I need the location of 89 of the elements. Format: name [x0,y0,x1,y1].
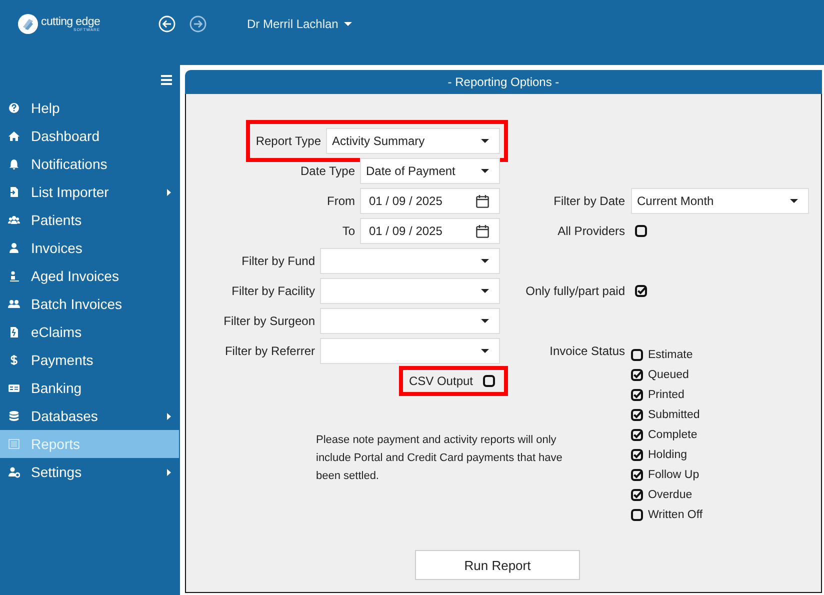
checkbox[interactable] [631,429,643,441]
sidebar-item[interactable]: Help [0,94,179,122]
database-icon [8,410,20,422]
option-label: Complete [648,429,698,441]
date-field[interactable]: 01 / 09 / 2025 [360,218,500,244]
user-icon [8,242,20,254]
list-icon [8,438,20,450]
run-report-button[interactable]: Run Report [415,550,580,580]
sidebar-item[interactable]: Aged Invoices [0,262,179,290]
checkbox[interactable] [635,285,647,297]
calendar-icon[interactable] [476,224,489,238]
option-label: Follow Up [648,469,700,481]
card-icon [8,382,20,394]
checkbox[interactable] [631,469,643,481]
users-icon [8,298,20,310]
panel-title: - Reporting Options - [185,70,822,94]
back-icon[interactable] [158,15,176,33]
note-text: Please note payment and activity reports will only include Portal and Credit Card payments that have been settled. [316,433,564,484]
date-field[interactable]: 01 / 09 / 2025 [360,188,500,214]
caret-icon [481,289,489,293]
select-field[interactable] [320,248,500,274]
caret-icon [790,199,798,203]
checkbox[interactable] [631,489,643,501]
option-label: Estimate [648,349,693,361]
help-icon [8,102,20,114]
field-label: Filter by Fund [242,254,315,268]
checkbox[interactable] [631,449,643,461]
sidebar-item[interactable]: Invoices [0,234,179,262]
dollar-icon [8,354,20,366]
caret-icon [344,22,352,26]
field-label: CSV Output [408,374,473,388]
caret-icon [481,259,489,263]
field-label: Only fully/part paid [524,284,625,298]
option-label: Submitted [648,409,700,421]
select-field[interactable] [320,278,500,304]
caret-icon [481,169,489,173]
select-field[interactable]: Current Month [631,188,809,214]
checkbox[interactable] [631,349,643,361]
user-menu[interactable]: Dr Merril Lachlan [247,17,352,31]
logo-icon [18,14,38,34]
sidebar-item[interactable]: Banking [0,374,179,402]
calendar-icon[interactable] [476,194,489,208]
caret-icon [481,139,489,143]
sidebar-item[interactable]: List Importer [0,178,179,206]
sidebar-item[interactable]: Notifications [0,150,179,178]
users-icon [8,214,20,226]
option-label: Queued [648,369,689,381]
forward-icon[interactable] [189,15,207,33]
sidebar-item[interactable]: eClaims [0,318,179,346]
field-label: Date Type [300,164,355,178]
field-label: All Providers [556,224,625,238]
checkbox[interactable] [483,375,495,387]
select-field[interactable]: Activity Summary [326,128,500,154]
user-gear-icon [8,466,20,478]
caret-icon [481,349,489,353]
field-label: To [342,224,355,238]
select-field[interactable]: Date of Payment [360,158,500,184]
sidebar-item[interactable]: Dashboard [0,122,179,150]
checkbox[interactable] [631,409,643,421]
field-label: Filter by Date [552,194,625,208]
checkbox[interactable] [635,225,647,237]
sidebar-item[interactable]: Batch Invoices [0,290,179,318]
bell-icon [8,158,20,170]
sidebar-item[interactable]: Settings [0,458,179,486]
select-field[interactable] [320,338,500,364]
file-icon [8,186,20,198]
logo-text: cutting edge [41,16,100,28]
field-label: Invoice Status [548,343,625,358]
field-label: Report Type [256,134,321,148]
sidebar-item[interactable]: Payments [0,346,179,374]
option-label: Holding [648,449,687,461]
caret-icon [481,319,489,323]
sidebar-item[interactable]: Patients [0,206,179,234]
select-field[interactable] [320,308,500,334]
menu-icon[interactable] [161,74,172,84]
user-icon [8,270,20,282]
checkbox[interactable] [631,369,643,381]
field-label: Filter by Referrer [224,344,315,358]
home-icon [8,130,20,142]
file-icon [8,326,20,338]
option-label: Printed [648,389,684,401]
checkbox[interactable] [631,389,643,401]
field-label: From [327,194,355,208]
field-label: Filter by Surgeon [224,314,315,328]
option-label: Overdue [648,489,692,501]
checkbox[interactable] [631,509,643,521]
sidebar-item[interactable]: Databases [0,402,179,430]
field-label: Filter by Facility [232,284,315,298]
option-label: Written Off [648,509,703,521]
